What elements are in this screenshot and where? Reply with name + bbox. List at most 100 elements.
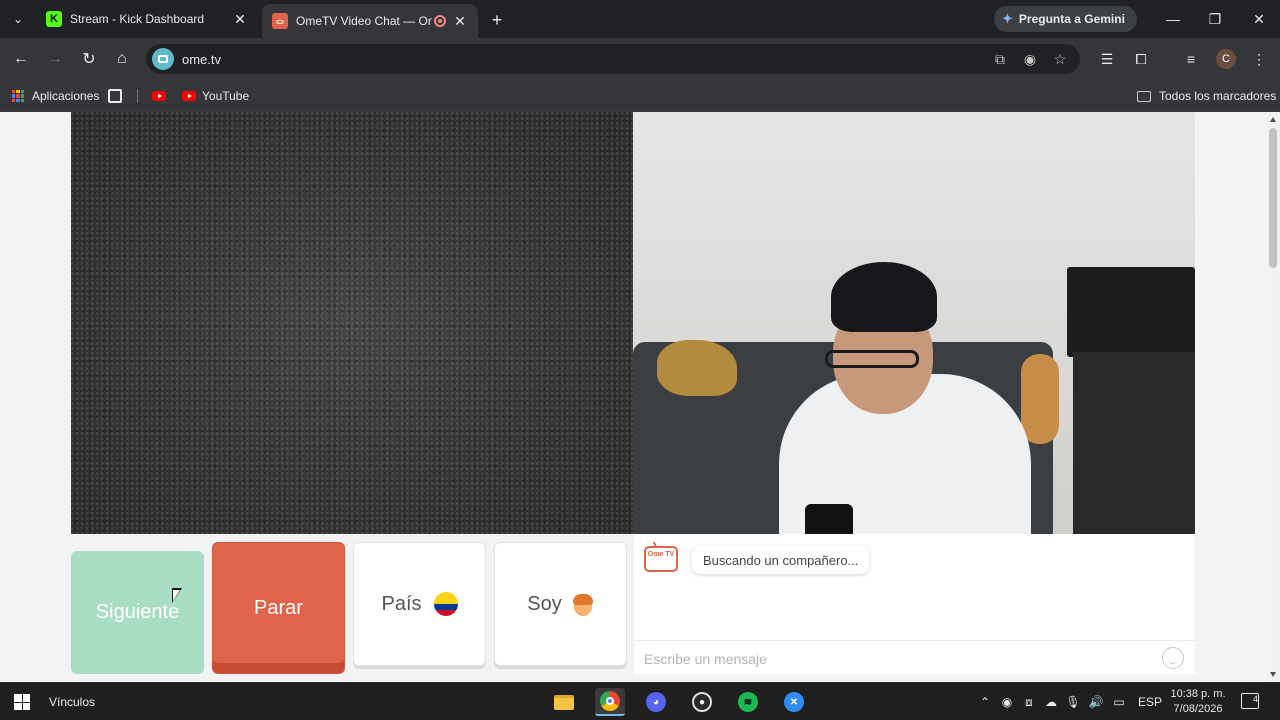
mouse-cursor [172,588,182,603]
chrome-icon[interactable] [595,688,625,716]
install-app-icon[interactable]: ⧉ [990,49,1010,69]
discord-icon[interactable]: ◕ [641,688,671,716]
close-tab-icon[interactable]: ✕ [232,11,248,27]
ometv-icon: ▭ [272,13,288,29]
home-button[interactable]: ⌂ [110,47,134,71]
bookmark-apps[interactable]: Aplicaciones [12,87,99,105]
spotify-icon[interactable]: ≋ [733,688,763,716]
country-label: País [381,592,422,615]
links-toolbar-label[interactable]: Vínculos [49,695,95,709]
new-tab-button[interactable]: + [486,9,508,31]
gemini-button[interactable]: ✦ Pregunta a Gemini [994,6,1137,32]
status-text: Buscando un compañero... [703,552,859,568]
scroll-up-arrow-icon[interactable] [1270,117,1276,122]
reload-button[interactable]: ↻ [77,47,101,71]
self-camera-video [633,112,1195,534]
close-tab-icon[interactable]: ✕ [452,13,468,29]
bookmark-youtube[interactable]: YouTube [182,87,249,105]
chat-input-row [634,640,1195,674]
stop-label: Parar [254,596,303,619]
restore-button[interactable]: ❐ [1200,6,1230,32]
minimize-button[interactable]: — [1158,6,1188,32]
eye-icon[interactable]: ◉ [1020,49,1040,69]
volume-icon[interactable]: 🔊 [1087,693,1105,711]
tray-cloud-icon[interactable]: ☁ [1042,693,1060,711]
tab-title: OmeTV Video Chat — Ome [296,14,432,28]
bookmark-divider [137,89,138,103]
video-person-glasses [825,350,919,368]
boy-emoji-icon [572,592,594,616]
status-message: Buscando un compañero... [692,546,870,574]
scroll-down-arrow-icon[interactable] [1270,672,1276,677]
clock-date: 7/08/2026 [1173,703,1223,715]
tray-overflow-icon[interactable]: ⌃ [976,693,994,711]
tab-ometv[interactable]: ▭ OmeTV Video Chat — Ome ✕ [262,4,478,38]
country-button[interactable]: País [353,542,486,666]
reading-list-icon[interactable]: ☰ [1096,48,1118,70]
all-bookmarks[interactable]: Todos los marcadores [1137,87,1276,105]
close-window-button[interactable]: ✕ [1244,6,1274,32]
clock-time: 10:38 p. m. [1170,688,1226,700]
ometv-page: Siguiente Parar País Soy Ome TV Buscando… [0,112,1266,682]
tab-search-icon[interactable]: ⌄ [6,8,30,30]
video-microphone [805,504,853,534]
tab-kick-dashboard[interactable]: K Stream - Kick Dashboard ✕ [36,4,258,34]
address-bar[interactable]: ome.tv ⧉ ◉ ☆ [146,44,1080,74]
emoji-icon[interactable] [1162,647,1184,669]
next-label: Siguiente [95,601,180,623]
profile-avatar[interactable]: C [1216,49,1236,69]
scroll-thumb[interactable] [1269,128,1277,268]
video-pillow [657,340,737,396]
network-icon[interactable]: ▭ [1110,693,1128,711]
site-info-icon[interactable] [152,48,174,70]
video-skateboard [1021,354,1059,444]
notification-count: 4 [1252,694,1258,704]
video-person-cap [831,262,937,332]
chat-panel: Ome TV Buscando un compañero... [634,534,1195,674]
file-explorer-icon[interactable] [549,688,579,716]
recording-icon [434,15,446,27]
video-tv [1067,267,1195,357]
back-button[interactable]: ← [9,47,33,71]
bookmarks-bar: Aplicaciones YouTube Todos los marcadore… [0,80,1280,112]
tray-camera-icon[interactable]: ⧈ [1020,693,1038,711]
bookmark-label: Todos los marcadores [1159,89,1277,103]
stop-button[interactable]: Parar [212,542,345,674]
gender-label: Soy [527,592,562,615]
windows-start-icon[interactable] [14,694,30,710]
tray-record-icon[interactable]: ◉ [998,693,1016,711]
system-clock[interactable]: 10:38 p. m. 7/08/2026 [1166,687,1230,717]
url-text: ome.tv [182,52,222,67]
menu-icon[interactable]: ⋮ [1248,48,1270,70]
gender-button[interactable]: Soy [494,542,627,666]
youtube-icon [152,91,166,101]
bookmark-label: Aplicaciones [32,89,100,103]
browser-toolbar: ← → ↻ ⌂ ome.tv ⧉ ◉ ☆ ☰ ⧠ ≡ C ⋮ [0,38,1280,80]
kick-icon: K [46,11,62,27]
bookmark-youtube-icon-only[interactable] [152,87,172,105]
bookmark-label: YouTube [202,89,250,103]
apps-icon [12,90,24,102]
notifications-icon[interactable]: 4 [1241,693,1259,709]
gemini-icon: ✦ [1002,11,1013,26]
grid-bookmark-icon[interactable] [108,87,122,105]
folder-icon [1137,90,1151,102]
video-desk [1073,352,1195,534]
obs-icon[interactable]: ● [687,688,717,716]
message-input[interactable] [644,649,1144,669]
ometv-logo-icon: Ome TV [644,546,678,572]
windows-taskbar: Vínculos ◕ ● ≋ ✕ ⌃ ◉ ⧈ ☁ 🎙 🔊 ▭ ESP 10:38… [0,682,1280,720]
gemini-label: Pregunta a Gemini [1018,12,1125,26]
tab-strip: ⌄ K Stream - Kick Dashboard ✕ ▭ OmeTV Vi… [0,0,1280,38]
next-button[interactable]: Siguiente [71,551,204,674]
extensions-icon[interactable]: ⧠ [1130,48,1152,70]
bookmark-star-icon[interactable]: ☆ [1050,49,1070,69]
partner-video-static [71,112,633,534]
forward-button[interactable]: → [43,47,67,71]
microphone-icon[interactable]: 🎙 [1064,693,1082,711]
language-indicator[interactable]: ESP [1138,693,1162,711]
page-scrollbar[interactable] [1266,112,1280,682]
tab-title: Stream - Kick Dashboard [70,12,205,26]
app-icon[interactable]: ✕ [779,688,809,716]
media-control-icon[interactable]: ≡ [1180,48,1202,70]
